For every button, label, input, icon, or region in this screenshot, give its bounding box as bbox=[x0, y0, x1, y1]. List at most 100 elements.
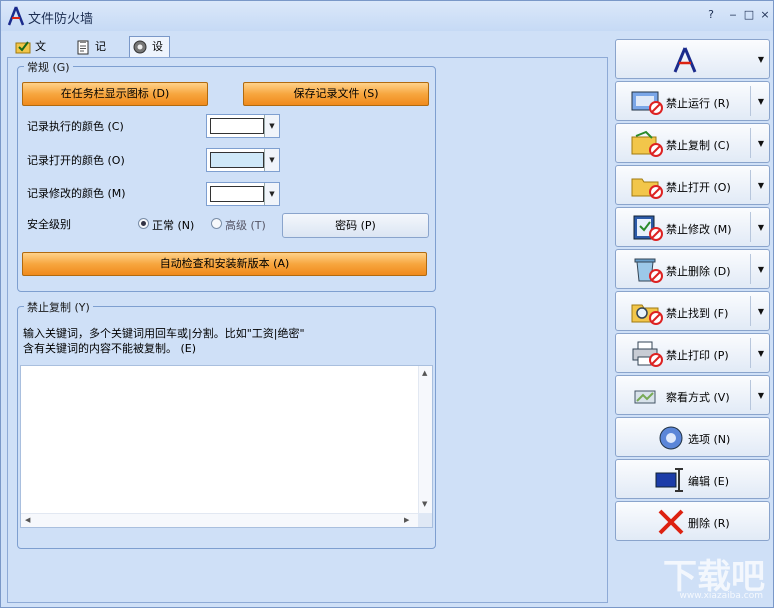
split-divider bbox=[750, 338, 751, 368]
no-copy-desc-line1: 输入关键词，多个关键词用回车或|分割。比如"工资|绝密" bbox=[23, 327, 305, 340]
view-mode-label: 察看方式 (V) bbox=[666, 391, 730, 404]
app-logo-icon bbox=[673, 47, 697, 73]
color-modify-label: 记录修改的颜色 (M) bbox=[27, 187, 126, 200]
security-level-label: 安全级别 bbox=[27, 218, 71, 231]
chevron-down-icon[interactable]: ▼ bbox=[758, 307, 764, 316]
no-find-icon bbox=[631, 304, 663, 325]
settings-panel: 常规 (G) 在任务栏显示图标 (D) 保存记录文件 (S) 记录执行的颜色 (… bbox=[7, 57, 608, 603]
chevron-down-icon[interactable]: ▼ bbox=[758, 391, 764, 400]
action-panel: ▼ 禁止运行 (R) ▼ 禁止复制 (C) ▼ 禁止打开 (O) ▼ 禁止修改 … bbox=[613, 35, 771, 543]
split-divider bbox=[750, 212, 751, 242]
tab-log[interactable]: 记录 bbox=[73, 37, 106, 73]
block-delete-button[interactable]: 禁止删除 (D) ▼ bbox=[615, 249, 770, 289]
chevron-down-icon[interactable]: ▼ bbox=[758, 349, 764, 358]
block-print-label: 禁止打印 (P) bbox=[666, 349, 729, 362]
chevron-down-icon[interactable]: ▼ bbox=[264, 115, 279, 137]
radio-normal[interactable]: 正常 (N) bbox=[138, 217, 194, 233]
chevron-down-icon[interactable]: ▼ bbox=[758, 139, 764, 148]
no-run-icon bbox=[631, 91, 663, 115]
color-open-label: 记录打开的颜色 (O) bbox=[27, 154, 125, 167]
block-find-button[interactable]: 禁止找到 (F) ▼ bbox=[615, 291, 770, 331]
general-group: 常规 (G) 在任务栏显示图标 (D) 保存记录文件 (S) 记录执行的颜色 (… bbox=[17, 59, 436, 292]
app-logo-icon bbox=[7, 6, 25, 26]
block-delete-label: 禁止删除 (D) bbox=[666, 265, 731, 278]
chevron-down-icon[interactable]: ▼ bbox=[758, 97, 764, 106]
color-open-picker[interactable]: ▼ bbox=[206, 148, 280, 172]
radio-high[interactable]: 高级 (T) bbox=[211, 217, 266, 233]
window-title: 文件防火墙 bbox=[28, 12, 94, 27]
tab-settings[interactable]: 设置 bbox=[129, 36, 170, 73]
scroll-left-icon[interactable]: ◀ bbox=[25, 516, 30, 524]
keywords-textarea[interactable]: ▲ ▼ ◀ ▶ bbox=[20, 365, 433, 528]
options-label: 选项 (N) bbox=[688, 433, 731, 446]
color-modify-swatch bbox=[210, 186, 264, 202]
clipboard-icon bbox=[77, 40, 89, 55]
options-gear-icon bbox=[659, 426, 683, 450]
options-button[interactable]: 选项 (N) bbox=[615, 417, 770, 457]
edit-button[interactable]: 编辑 (E) bbox=[615, 459, 770, 499]
title-bar: 文件防火墙 ? ‒ □ × bbox=[1, 1, 773, 31]
split-divider bbox=[750, 296, 751, 326]
delete-label: 删除 (R) bbox=[688, 517, 730, 530]
radio-high-label: 高级 (T) bbox=[225, 219, 266, 232]
block-copy-label: 禁止复制 (C) bbox=[666, 139, 730, 152]
maximize-button[interactable]: □ bbox=[741, 7, 757, 23]
folder-check-icon bbox=[15, 41, 31, 54]
block-find-label: 禁止找到 (F) bbox=[666, 307, 729, 320]
gear-icon bbox=[133, 40, 147, 54]
no-print-icon bbox=[632, 341, 663, 367]
scroll-right-icon[interactable]: ▶ bbox=[404, 516, 409, 524]
color-exec-picker[interactable]: ▼ bbox=[206, 114, 280, 138]
color-open-swatch bbox=[210, 152, 264, 168]
no-delete-icon bbox=[634, 258, 663, 283]
block-open-button[interactable]: 禁止打开 (O) ▼ bbox=[615, 165, 770, 205]
horizontal-scrollbar[interactable]: ◀ ▶ bbox=[21, 513, 418, 527]
no-copy-group-label: 禁止复制 (Y) bbox=[24, 299, 93, 315]
chevron-down-icon[interactable]: ▼ bbox=[758, 55, 764, 64]
save-log-button[interactable]: 保存记录文件 (S) bbox=[243, 82, 429, 106]
close-button[interactable]: × bbox=[757, 7, 773, 23]
delete-button[interactable]: 删除 (R) bbox=[615, 501, 770, 541]
password-button[interactable]: 密码 (P) bbox=[282, 213, 429, 238]
split-divider bbox=[750, 128, 751, 158]
chevron-down-icon[interactable]: ▼ bbox=[758, 181, 764, 190]
minimize-button[interactable]: ‒ bbox=[725, 7, 741, 23]
block-run-button[interactable]: 禁止运行 (R) ▼ bbox=[615, 81, 770, 121]
block-open-label: 禁止打开 (O) bbox=[666, 181, 731, 194]
chevron-down-icon[interactable]: ▼ bbox=[758, 223, 764, 232]
chevron-down-icon[interactable]: ▼ bbox=[264, 149, 279, 171]
block-modify-button[interactable]: 禁止修改 (M) ▼ bbox=[615, 207, 770, 247]
scroll-corner bbox=[418, 513, 432, 527]
scroll-up-icon[interactable]: ▲ bbox=[422, 369, 427, 377]
block-run-label: 禁止运行 (R) bbox=[666, 97, 730, 110]
general-group-label: 常规 (G) bbox=[24, 59, 73, 75]
color-modify-picker[interactable]: ▼ bbox=[206, 182, 280, 206]
edit-label: 编辑 (E) bbox=[688, 475, 730, 488]
view-mode-icon bbox=[634, 390, 656, 404]
chevron-down-icon[interactable]: ▼ bbox=[758, 265, 764, 274]
vertical-scrollbar[interactable]: ▲ ▼ bbox=[418, 366, 432, 513]
radio-normal-label: 正常 (N) bbox=[152, 219, 195, 232]
app-window: 文件防火墙 ? ‒ □ × 文件 记录 设置 bbox=[0, 0, 774, 608]
chevron-down-icon[interactable]: ▼ bbox=[264, 183, 279, 205]
scroll-down-icon[interactable]: ▼ bbox=[422, 500, 427, 508]
radio-normal-dot bbox=[138, 218, 149, 229]
block-copy-button[interactable]: 禁止复制 (C) ▼ bbox=[615, 123, 770, 163]
color-exec-swatch bbox=[210, 118, 264, 134]
radio-high-dot bbox=[211, 218, 222, 229]
view-mode-button[interactable]: 察看方式 (V) ▼ bbox=[615, 375, 770, 415]
help-button[interactable]: ? bbox=[703, 7, 719, 23]
no-modify-icon bbox=[633, 215, 663, 241]
color-exec-label: 记录执行的颜色 (C) bbox=[27, 120, 124, 133]
no-copy-desc-line2: 含有关键词的内容不能被复制。 (E) bbox=[23, 342, 197, 355]
watermark: 下载吧 www.xiazaiba.com bbox=[637, 549, 771, 605]
tab-file[interactable]: 文件 bbox=[13, 37, 46, 73]
split-divider bbox=[750, 86, 751, 116]
auto-update-button[interactable]: 自动检查和安装新版本 (A) bbox=[22, 252, 427, 276]
split-divider bbox=[750, 170, 751, 200]
block-modify-label: 禁止修改 (M) bbox=[666, 223, 732, 236]
no-copy-icon bbox=[631, 130, 663, 157]
taskbar-icon-button[interactable]: 在任务栏显示图标 (D) bbox=[22, 82, 208, 106]
block-print-button[interactable]: 禁止打印 (P) ▼ bbox=[615, 333, 770, 373]
logo-menu-button[interactable]: ▼ bbox=[615, 39, 770, 79]
